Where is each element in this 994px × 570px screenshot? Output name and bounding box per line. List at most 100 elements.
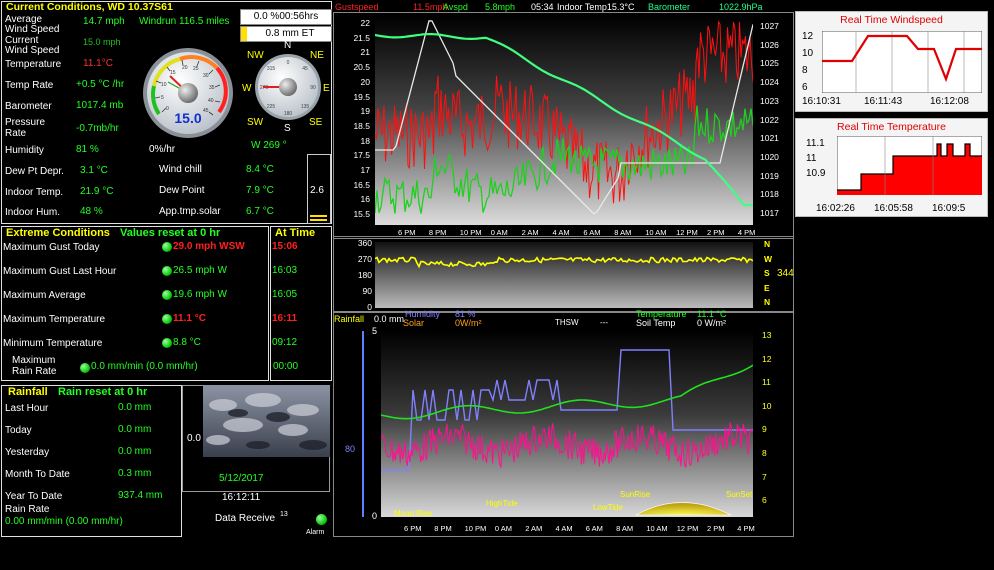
top-left-tick: 20.5 [353, 62, 370, 73]
extreme-row-time: 16:11 [272, 313, 298, 324]
rainfall-row-value: 0.0 mm [118, 402, 152, 413]
svg-text:0: 0 [166, 106, 169, 112]
temp-rate-value: +0.5 °C /hr [76, 79, 125, 90]
solar-graph-label: Solar [403, 318, 425, 328]
wind-direction-value: W 269 ° [251, 140, 287, 151]
solar-meter-value: 2.6 [310, 185, 324, 196]
extreme-row-indicator [162, 242, 172, 252]
temp-rate-label: Temp Rate [5, 80, 54, 91]
top-left-tick: 15.5 [353, 209, 370, 220]
direction-letter: E [764, 282, 770, 293]
rt-temp-tick: 11 [806, 153, 817, 164]
rt-wind-tick: 10 [802, 48, 814, 59]
top-graph-header: Gustspeed 11.5mph Avspd 5.8mph 05:34 Ind… [335, 2, 763, 12]
rainfall-row-value: 0.0 mm [118, 424, 152, 435]
extreme-row-label: Maximum Temperature [3, 314, 106, 325]
svg-text:35: 35 [209, 85, 215, 91]
extreme-row-label: Maximum Gust Today [3, 242, 100, 253]
direction-tick: 180 [357, 270, 372, 280]
rainfall-row-label: Yesterday [5, 447, 50, 458]
svg-text:180: 180 [284, 111, 293, 117]
hightide-label: HighTide [486, 499, 518, 508]
soil-temp-value: 0 W/m² [697, 318, 726, 328]
max-rain-indicator [80, 363, 90, 373]
rain-axis-top: 5 [372, 326, 378, 336]
dewpt-depr-value: 3.1 °C [80, 165, 108, 176]
extreme-row-indicator [162, 290, 172, 300]
rainfall-graph-value: 0.0 mm [374, 314, 405, 324]
top-right-tick: 1020 [760, 151, 779, 162]
direction-letter: W [764, 253, 773, 264]
extreme-reset: Values reset at 0 hr [120, 227, 221, 239]
direction-tick: 360 [357, 238, 372, 248]
bottom-x-tick: 6 AM [585, 524, 603, 533]
rt-wind-x-tick: 16:10:31 [802, 96, 841, 107]
gauge-readout: 15.0 [174, 110, 201, 126]
top-right-tick: 1026 [760, 39, 779, 50]
lowtide-label: LowTide [593, 503, 623, 512]
rainfall-row-value: 0.0 mm [118, 446, 152, 457]
data-received-count: 13 [280, 511, 288, 518]
date-text: 5/12/2017 [219, 473, 264, 484]
humidity-value: 81 % [76, 144, 99, 155]
top-right-tick: 1025 [760, 58, 779, 69]
max-rain-label-2: Rain Rate [12, 366, 57, 377]
svg-text:90: 90 [310, 85, 316, 91]
wind-chill-value: 8.4 °C [246, 164, 274, 175]
top-right-tick: 1017 [760, 208, 779, 218]
rt-temp-tick: 10.9 [806, 168, 826, 179]
wind-speed-label-2: Wind Speed [5, 45, 60, 56]
bottom-x-tick: 4 AM [555, 524, 573, 533]
bottom-right-tick: 8 [762, 448, 767, 458]
top-left-tick: 19.5 [353, 91, 370, 102]
alarm-indicator[interactable] [316, 514, 327, 525]
top-left-tick: 16 [360, 194, 370, 205]
app-temp-solar-value: 6.7 °C [246, 206, 274, 217]
max-rain-label-1: Maximum [12, 355, 56, 366]
pressure-rate-value: -0.7mb/hr [76, 123, 119, 134]
rt-wind-title: Real Time Windspeed [840, 14, 943, 26]
top-left-tick: 21.5 [353, 32, 370, 43]
indoor-hum-value: 48 % [80, 206, 103, 217]
sunrise-label: SunRise [620, 490, 651, 499]
compass-s-label: S [284, 123, 291, 134]
top-right-tick: 1023 [760, 95, 779, 106]
svg-text:45: 45 [203, 108, 209, 114]
bottom-x-tick: 2 AM [525, 524, 543, 533]
sunset-label: SunSet [726, 490, 753, 499]
indoor-temp-label: Indoor Temp. [5, 187, 64, 198]
direction-tick: 270 [357, 254, 372, 264]
avg-header-value: 5.8mph [485, 2, 516, 12]
humidity-label: Humidity [5, 145, 44, 156]
thsw-label: THSW [555, 318, 579, 327]
compass-n-label: N [284, 40, 292, 51]
extreme-row-value: 29.0 mph WSW [173, 241, 245, 252]
wind-speed-label: Wind Speed [5, 24, 60, 35]
extreme-row-value: 11.1 °C [173, 313, 206, 324]
extreme-row-label: Maximum Gust Last Hour [3, 266, 117, 277]
extreme-row-value: 19.6 mph W [173, 289, 227, 300]
extreme-title: Extreme Conditions [6, 227, 110, 239]
extreme-row-time: 15:06 [272, 241, 298, 252]
extreme-row-indicator [162, 314, 172, 324]
bottom-right-tick: 12 [762, 353, 772, 364]
bottom-right-tick: 9 [762, 424, 767, 435]
et-text: 0.8 mm ET [265, 28, 315, 39]
extreme-row-label: Minimum Temperature [3, 338, 103, 349]
sunshine-timer-text: 0.0 %00:56hrs [253, 11, 319, 22]
dew-point-value: 7.9 °C [246, 185, 274, 196]
rt-temp-x-tick: 16:05:58 [874, 203, 913, 214]
top-left-tick: 20 [360, 76, 370, 87]
top-right-tick: 1019 [760, 170, 779, 181]
top-left-tick: 18.5 [353, 120, 370, 131]
wind-chill-label: Wind chill [159, 164, 202, 175]
header-time: 05:34 [531, 2, 554, 12]
rainfall-row-label: Today [5, 425, 32, 436]
top-right-tick: 1021 [760, 133, 779, 144]
rainfall-row-value: 0.3 mm [118, 468, 152, 479]
rain-rate-label: Rain Rate [5, 504, 50, 515]
rain-axis-zero: 0 [372, 511, 378, 521]
rainfall-row-label: Month To Date [5, 469, 70, 480]
rain-axis-line [362, 331, 364, 517]
soil-temp-label: Soil Temp [636, 318, 676, 328]
